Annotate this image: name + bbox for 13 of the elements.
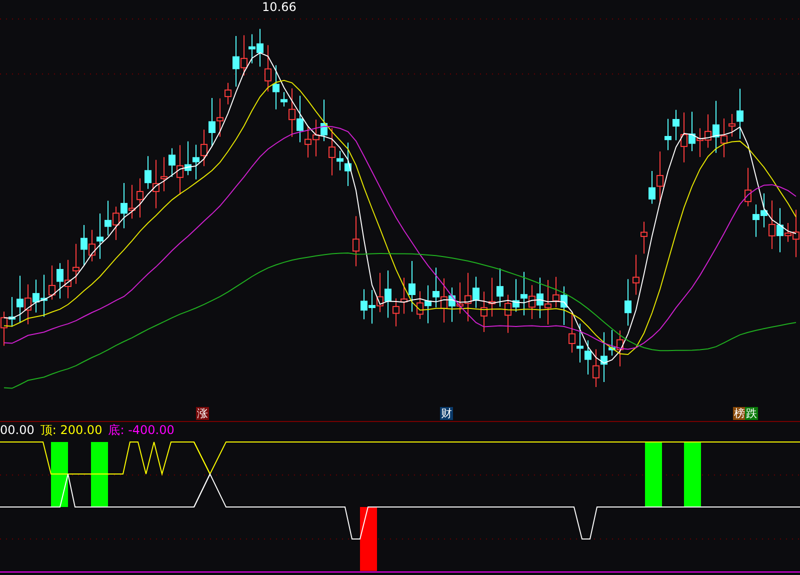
legend-label: 顶: 200.00	[40, 423, 102, 437]
signal-bar	[684, 442, 701, 507]
event-marker: 榜	[733, 407, 746, 420]
event-marker: 财	[440, 407, 453, 420]
signal-bar	[91, 442, 108, 507]
legend-label: 00.00	[0, 423, 34, 437]
signal-bar	[360, 507, 377, 571]
high-price-label: 10.66	[262, 0, 296, 14]
event-marker: 跌	[745, 407, 758, 420]
signal-bar	[51, 442, 68, 507]
signal-bar	[645, 442, 662, 507]
legend-label: 底: -400.00	[108, 423, 174, 437]
event-marker: 涨	[196, 407, 209, 420]
